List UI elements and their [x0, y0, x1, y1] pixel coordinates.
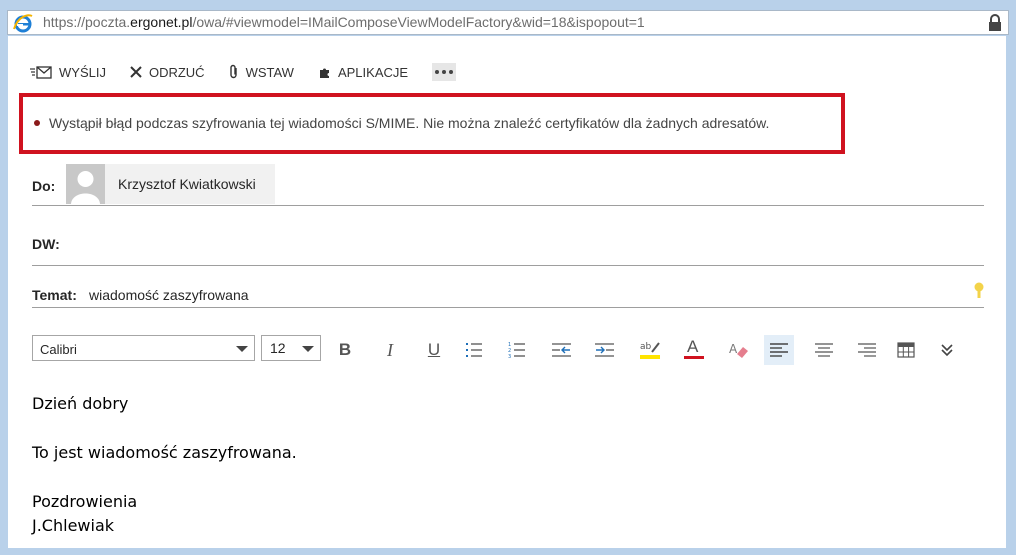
italic-icon: I [387, 339, 393, 360]
close-icon [130, 66, 142, 78]
compose-toolbar: WYŚLIJ ODRZUĆ WSTAW APLIKACJE [30, 62, 457, 82]
more-icon [435, 70, 454, 74]
error-message: Wystąpił błąd podczas szyfrowania tej wi… [34, 115, 769, 131]
svg-text:3: 3 [508, 354, 511, 359]
send-button[interactable]: WYŚLIJ [30, 65, 106, 80]
paperclip-icon [229, 64, 237, 79]
font-color-button[interactable]: A [679, 335, 709, 365]
apps-button[interactable]: APLIKACJE [318, 65, 408, 80]
chevron-down-icon [236, 346, 248, 352]
more-options-button[interactable] [432, 63, 457, 81]
puzzle-icon [319, 68, 329, 78]
align-right-button[interactable] [852, 335, 882, 365]
url-domain: ergonet.pl [130, 14, 193, 30]
svg-text:A: A [729, 342, 738, 356]
url-text: https://poczta.ergonet.pl/owa/#viewmodel… [43, 14, 645, 30]
discard-button[interactable]: ODRZUĆ [130, 65, 205, 80]
table-icon [897, 342, 915, 358]
align-left-button[interactable] [764, 335, 794, 365]
subject-input[interactable]: wiadomość zaszyfrowana [89, 287, 249, 303]
decrease-indent-icon [552, 343, 571, 357]
to-field[interactable]: Do: Krzysztof Kwiatkowski [32, 164, 984, 206]
address-bar[interactable]: https://poczta.ergonet.pl/owa/#viewmodel… [7, 10, 1009, 35]
align-right-icon [858, 343, 876, 357]
insert-button[interactable]: WSTAW [229, 64, 294, 80]
decrease-indent-button[interactable] [547, 335, 577, 365]
numbered-list-button[interactable]: 123 [502, 335, 532, 365]
italic-button[interactable]: I [375, 335, 405, 365]
font-color-letter: A [687, 337, 699, 356]
internet-explorer-icon [13, 14, 33, 33]
error-message-text: Wystąpił błąd podczas szyfrowania tej wi… [49, 115, 770, 131]
send-label: WYŚLIJ [59, 64, 106, 80]
body-line: J.Chlewiak [32, 516, 115, 535]
increase-indent-button[interactable] [590, 335, 620, 365]
font-size-select[interactable]: 12 [261, 335, 321, 361]
lock-icon [989, 14, 1001, 31]
bold-button[interactable]: B [330, 335, 360, 365]
font-size-value: 12 [270, 340, 286, 356]
font-family-value: Calibri [40, 342, 77, 357]
url-path: /owa/#viewmodel=IMailComposeViewModelFac… [192, 14, 645, 30]
compose-page: WYŚLIJ ODRZUĆ WSTAW APLIKACJE Wystąpił b… [8, 36, 1006, 548]
insert-table-button[interactable] [891, 335, 921, 365]
insert-label: WSTAW [245, 64, 294, 80]
subject-field[interactable]: Temat: wiadomość zaszyfrowana [32, 276, 984, 308]
bold-icon: B [338, 340, 352, 359]
url-prefix: https://poczta. [43, 14, 131, 30]
clear-formatting-button[interactable]: A [724, 335, 754, 365]
discard-label: ODRZUĆ [148, 64, 205, 80]
body-line: Dzień dobry [32, 394, 129, 413]
avatar [66, 164, 105, 204]
recipient-name: Krzysztof Kwiatkowski [118, 176, 256, 192]
to-label: Do: [32, 178, 56, 194]
highlighter-icon: ab [640, 342, 660, 359]
font-family-select[interactable]: Calibri [32, 335, 255, 361]
cc-field[interactable]: DW: [32, 226, 984, 266]
bullet-list-button[interactable] [459, 335, 489, 365]
formatting-toolbar: Calibri 12 B I U 1 2 3 ab A A [32, 335, 992, 365]
browser-window: https://poczta.ergonet.pl/owa/#viewmodel… [0, 0, 1016, 555]
expand-toolbar-button[interactable] [932, 335, 962, 365]
body-line: To jest wiadomość zaszyfrowana. [32, 443, 297, 462]
highlight-button[interactable]: ab [635, 335, 665, 365]
numbered-list-icon: 123 [508, 342, 525, 359]
double-chevron-down-icon [941, 344, 953, 357]
eraser-icon: A [729, 342, 748, 358]
recipient-chip[interactable]: Krzysztof Kwiatkowski [66, 164, 275, 204]
align-left-icon [770, 343, 788, 357]
send-icon [30, 65, 52, 79]
subject-label: Temat: [32, 287, 77, 303]
error-bullet-icon [34, 120, 40, 126]
lightbulb-icon[interactable] [974, 282, 984, 300]
apps-label: APLIKACJE [337, 64, 409, 80]
person-icon [71, 171, 100, 204]
cc-label: DW: [32, 236, 60, 252]
increase-indent-icon [595, 343, 614, 357]
underline-button[interactable]: U [419, 335, 449, 365]
message-body[interactable]: Dzień dobry To jest wiadomość zaszyfrowa… [32, 392, 297, 538]
align-center-button[interactable] [809, 335, 839, 365]
bullet-list-icon [466, 343, 482, 357]
svg-text:ab: ab [640, 342, 652, 352]
chevron-down-icon [302, 346, 314, 352]
align-center-icon [815, 343, 833, 357]
body-line: Pozdrowienia [32, 492, 138, 511]
underline-icon: U [427, 340, 441, 359]
